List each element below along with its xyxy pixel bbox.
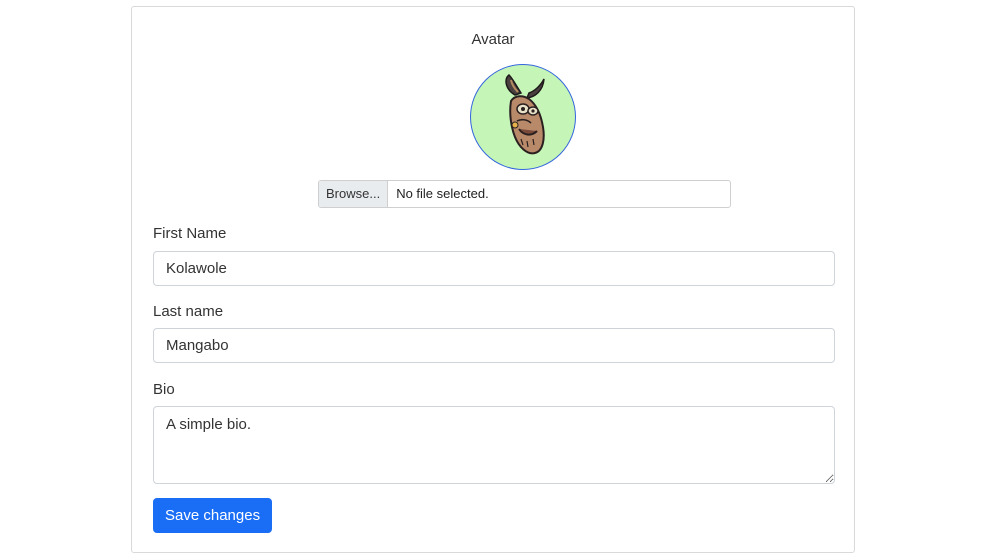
avatar-label: Avatar — [471, 31, 515, 48]
browse-button[interactable]: Browse... — [319, 181, 389, 207]
avatar-file-input[interactable]: Browse... No file selected. — [318, 180, 731, 208]
file-status-text: No file selected. — [396, 186, 489, 201]
rabbit-avatar-icon — [505, 73, 545, 155]
profile-card: Avatar Browse... No file selected. First… — [131, 6, 855, 553]
last-name-label: Last name — [153, 303, 224, 320]
avatar[interactable] — [470, 64, 576, 170]
bio-textarea[interactable]: A simple bio. — [153, 406, 835, 484]
last-name-field[interactable] — [153, 328, 835, 363]
bio-label: Bio — [153, 381, 175, 398]
first-name-field[interactable] — [153, 251, 835, 286]
save-changes-button[interactable]: Save changes — [153, 498, 273, 533]
first-name-label: First Name — [153, 225, 227, 242]
